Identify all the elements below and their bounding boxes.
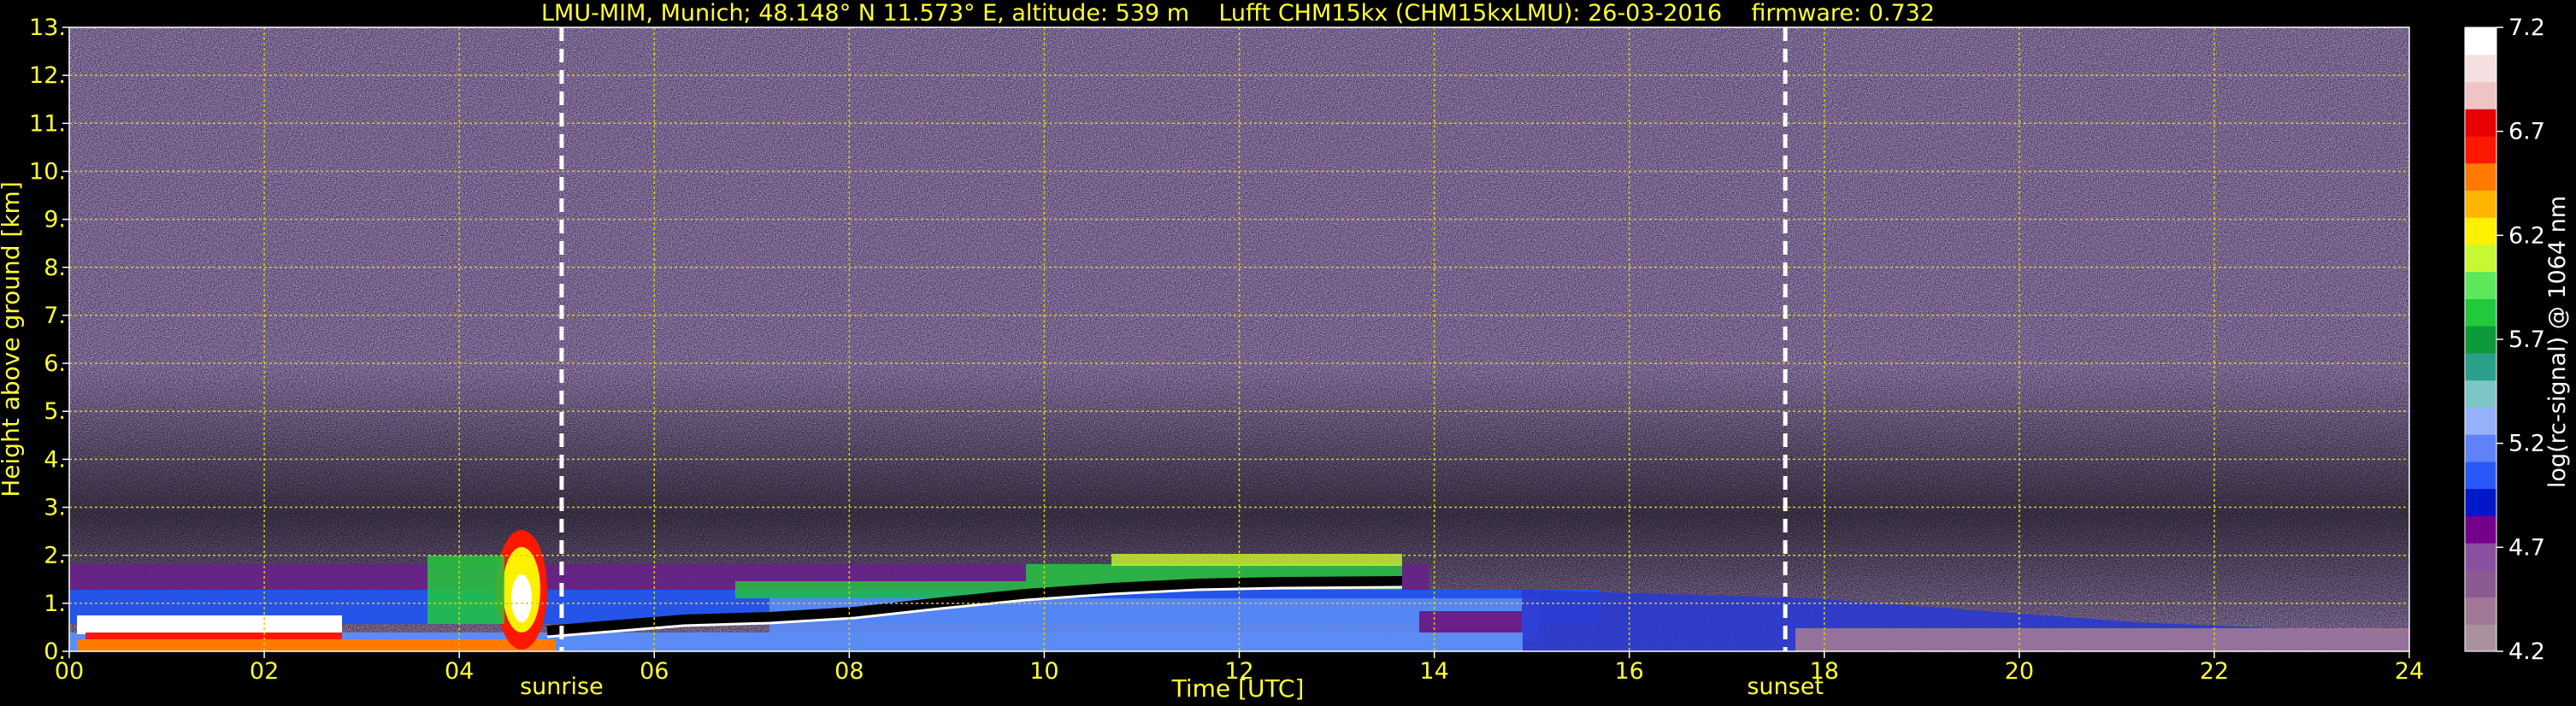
ceilometer-figure: LMU-MIM, Munich; 48.148° N 11.573° E, al… [0,0,2571,703]
y-tick-label: 6. [44,350,66,377]
colorbar-segment [2465,461,2496,490]
colorbar-segment [2465,488,2496,516]
colorbar-segment [2465,434,2496,462]
colorbar-segment [2465,379,2496,408]
x-tick-label: 20 [2005,658,2034,685]
colorbar-segment [2465,162,2496,191]
x-tick-label: 22 [2200,658,2229,685]
cloud-white [511,574,532,622]
y-tick-label: 13. [29,15,66,41]
colorbar-segment [2465,597,2496,625]
colorbar-segment [2465,81,2496,109]
colorbar-segment [2465,298,2496,327]
colorbar-tick-label: 4.7 [2508,534,2545,561]
y-axis: 0. 1. 2. 3. 4. 5. 6. 7. 8. 9. 10. 11. 12. 13. [29,15,69,665]
x-tick-label: 24 [2395,658,2424,685]
sunrise-label: sunrise [520,674,604,700]
colorbar-segment [2465,407,2496,435]
colorbar-segment [2465,190,2496,218]
colorbar-segment [2465,109,2496,137]
colorbar-segment [2465,271,2496,299]
y-axis-label: Height above ground [km] [0,181,25,497]
y-tick-label: 10. [29,158,66,185]
x-tick-label: 14 [1419,658,1448,685]
colorbar-segment [2465,624,2496,652]
y-tick-label: 1. [44,591,66,617]
colorbar-segment [2465,27,2496,56]
colorbar-segment [2465,515,2496,544]
y-tick-label: 4. [44,446,66,473]
colorbar-tick-label: 7.2 [2508,15,2545,41]
figure-title: LMU-MIM, Munich; 48.148° N 11.573° E, al… [541,0,1935,26]
y-tick-label: 8. [44,255,66,281]
x-tick-label: 16 [1614,658,1643,685]
x-axis-label: Time [UTC] [1171,674,1305,703]
colorbar-segment [2465,135,2496,164]
x-tick-label: 10 [1029,658,1058,685]
y-tick-label: 11. [29,110,66,137]
y-tick-label: 12. [29,62,66,89]
cloud-green-spikes [427,556,504,624]
colorbar-tick-label: 6.7 [2508,119,2545,145]
colorbar-tick-label: 5.2 [2508,431,2545,457]
y-tick-label: 3. [44,495,66,521]
colorbar-segment [2465,352,2496,381]
colorbar-tick-label: 4.2 [2508,638,2545,665]
x-tick-label: 02 [250,658,279,685]
colorbar-label: log(rc-signal) @ 1064 nm [2544,196,2571,488]
colorbar-ticks: 4.2 4.7 5.2 5.7 6.2 6.7 7.2 [2496,15,2545,665]
colorbar-tick-label: 5.7 [2508,327,2545,353]
colorbar-segment [2465,54,2496,83]
colorbar [2464,26,2497,652]
sunset-label: sunset [1747,674,1824,700]
colorbar-tick-label: 6.2 [2508,222,2545,249]
colorbar-segment [2465,217,2496,245]
colorbar-segment [2465,326,2496,354]
y-tick-label: 7. [44,303,66,329]
y-tick-label: 2. [44,543,66,569]
x-tick-label: 06 [640,658,669,685]
night-white-layer [77,615,342,634]
y-tick-label: 9. [44,207,66,233]
night-orange-layer [77,639,556,651]
y-tick-label: 5. [44,398,66,425]
plot-area [69,27,2409,651]
colorbar-segment [2465,244,2496,273]
y-tick-label: 0. [44,638,66,665]
x-tick-label: 04 [445,658,474,685]
colorbar-segment [2465,543,2496,571]
x-tick-label: 08 [834,658,864,685]
colorbar-segment [2465,569,2496,598]
layer-evening-pink [1795,628,2409,651]
